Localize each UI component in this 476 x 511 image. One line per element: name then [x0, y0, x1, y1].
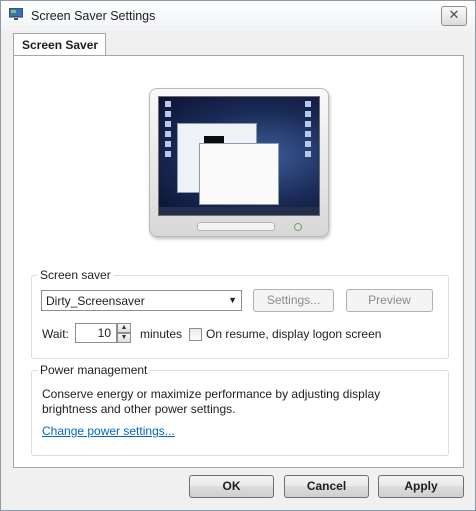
preview-button[interactable]: Preview	[346, 289, 433, 312]
minutes-label: minutes	[140, 327, 183, 341]
power-description: Conserve energy or maximize performance …	[42, 387, 381, 416]
desktop-icon	[305, 131, 311, 137]
ok-button-label: OK	[222, 479, 241, 493]
resume-logon-checkbox[interactable]	[189, 328, 202, 341]
desktop-icon	[165, 131, 171, 137]
preview-window	[199, 143, 279, 205]
wait-spinner: ▲ ▼	[117, 323, 131, 343]
close-button[interactable]: ✕	[441, 6, 467, 26]
tab-label: Screen Saver	[22, 38, 99, 52]
power-led-icon	[294, 223, 302, 231]
desktop-icon	[305, 141, 311, 147]
title-bar[interactable]: Screen Saver Settings ✕	[1, 1, 475, 31]
preview-button-label: Preview	[368, 293, 411, 307]
preview-taskbar	[159, 207, 319, 215]
preview-screen	[158, 96, 320, 216]
cancel-button-label: Cancel	[306, 479, 347, 493]
desktop-icon	[305, 101, 311, 107]
screen-saver-settings-icon	[9, 8, 23, 20]
monitor-bezel-bar	[197, 222, 275, 231]
tab-screen-saver[interactable]: Screen Saver	[13, 33, 106, 56]
desktop-icon	[305, 121, 311, 127]
cancel-button[interactable]: Cancel	[284, 475, 369, 498]
desktop-icon	[165, 111, 171, 117]
resume-logon-label[interactable]: On resume, display logon screen	[206, 327, 381, 341]
window-title: Screen Saver Settings	[31, 9, 156, 23]
power-management-group-label: Power management	[37, 363, 151, 377]
desktop-icon	[165, 121, 171, 127]
apply-button-label: Apply	[404, 479, 438, 493]
screen-saver-group	[31, 275, 449, 359]
screen-saver-selected: Dirty_Screensaver	[46, 294, 145, 308]
change-power-settings-link[interactable]: Change power settings...	[42, 424, 175, 438]
screen-saver-dropdown[interactable]: Dirty_Screensaver ▼	[41, 290, 242, 311]
desktop-icon	[305, 111, 311, 117]
desktop-icon	[165, 101, 171, 107]
wait-value: 10	[97, 326, 111, 340]
wait-minutes-input[interactable]: 10	[75, 323, 117, 343]
ok-button[interactable]: OK	[189, 475, 274, 498]
spin-down-icon[interactable]: ▼	[117, 333, 131, 343]
screen-saver-preview-monitor	[149, 88, 329, 237]
spin-up-icon[interactable]: ▲	[117, 323, 131, 333]
apply-button[interactable]: Apply	[378, 475, 464, 498]
screen-saver-group-label: Screen saver	[37, 268, 114, 282]
desktop-icon	[165, 151, 171, 157]
desktop-icon	[165, 141, 171, 147]
close-icon: ✕	[448, 8, 460, 23]
settings-button[interactable]: Settings...	[253, 289, 334, 312]
settings-button-label: Settings...	[266, 293, 321, 307]
desktop-icon	[305, 151, 311, 157]
wait-label: Wait:	[42, 327, 69, 341]
screen-saver-settings-window: Screen Saver Settings ✕ Screen Saver Scr…	[0, 0, 476, 511]
chevron-down-icon: ▼	[228, 295, 237, 305]
